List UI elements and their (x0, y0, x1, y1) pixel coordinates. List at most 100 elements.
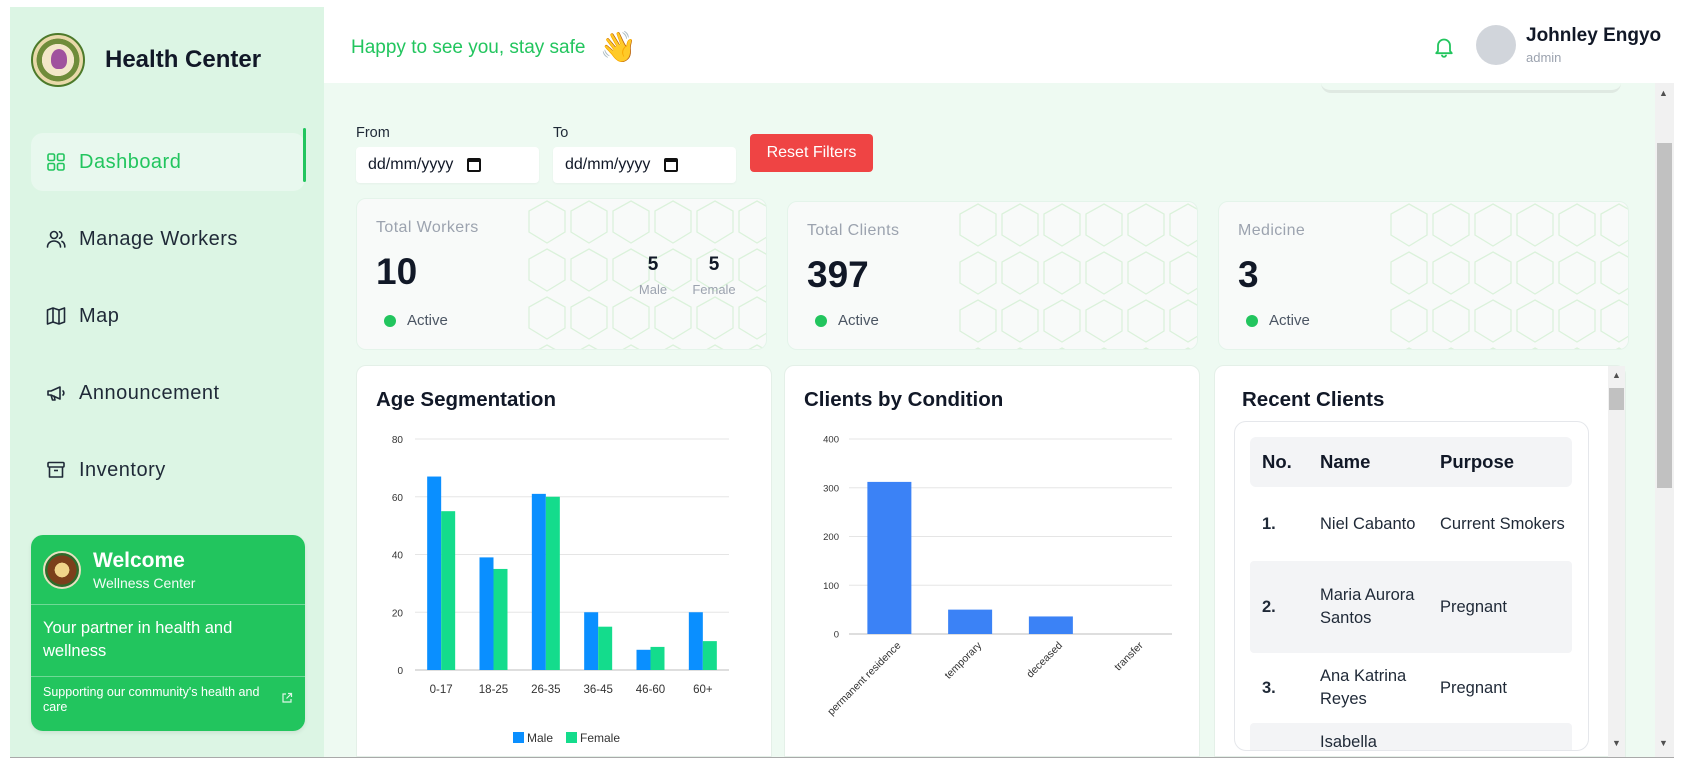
user-role: admin (1526, 50, 1562, 65)
sidebar-item-announcement[interactable]: Announcement (31, 364, 305, 422)
welcome-title: Welcome (93, 548, 185, 572)
x-tick-label: 0-17 (430, 684, 453, 696)
y-tick-label: 40 (392, 551, 404, 562)
y-tick-label: 0 (397, 666, 403, 677)
x-tick-label: transfer (1112, 639, 1146, 673)
recent-clients-box: No. Name Purpose 1. Niel Cabanto Current… (1234, 421, 1589, 751)
stat-value: 397 (807, 254, 869, 295)
bar-female (650, 646, 665, 670)
to-date-input[interactable]: dd/mm/yyyy (553, 147, 736, 183)
user-avatar[interactable] (1476, 25, 1516, 65)
stat-value: 10 (376, 251, 418, 292)
client-name: Ana Katrina Reyes (1320, 667, 1407, 708)
x-tick-label: 60+ (693, 684, 713, 696)
sidebar-item-label: Dashboard (79, 150, 182, 173)
stat-label: Total Clients (807, 222, 900, 239)
sidebar-item-manage-workers[interactable]: Manage Workers (31, 210, 305, 268)
table-row[interactable]: 3. Ana Katrina Reyes Pregnant (1250, 653, 1572, 723)
sidebar-item-label: Announcement (79, 381, 220, 404)
dashboard-main: From dd/mm/yyyy To dd/mm/yyyy Reset Filt… (324, 83, 1655, 757)
panel-title: Recent Clients (1242, 388, 1385, 411)
sidebar: Health Center Dashboard Manage Workers M… (10, 7, 324, 757)
sidebar-item-inventory[interactable]: Inventory (31, 441, 305, 499)
bar-female (441, 511, 456, 670)
legend-label: Male (527, 731, 553, 745)
female-count-value: 5 (708, 254, 720, 275)
sidebar-item-label: Map (79, 304, 120, 327)
sidebar-item-label: Manage Workers (79, 227, 238, 250)
welcome-subtitle: Wellness Center (93, 574, 196, 591)
y-tick-label: 100 (823, 581, 839, 592)
table-row[interactable]: Isabella (1250, 723, 1572, 750)
bar-male (584, 612, 599, 670)
scroll-down-arrow-icon[interactable]: ▼ (1659, 738, 1668, 748)
greeting: Happy to see you, stay safe 👋 (351, 33, 637, 63)
app-root: Health Center Dashboard Manage Workers M… (0, 0, 1690, 767)
sidebar-item-dashboard[interactable]: Dashboard (31, 133, 305, 191)
scroll-thumb[interactable] (1609, 388, 1624, 410)
table-row[interactable]: 2. Maria Aurora Santos Pregnant (1250, 561, 1572, 653)
archive-box-icon (45, 459, 67, 481)
welcome-card: Welcome Wellness Center Your partner in … (31, 535, 305, 731)
x-tick-label: 36-45 (583, 684, 612, 696)
to-date-value: dd/mm/yyyy (565, 156, 651, 173)
recent-clients-table: No. Name Purpose 1. Niel Cabanto Current… (1250, 437, 1572, 750)
bar-male (427, 476, 442, 670)
status-text: Active (1269, 312, 1310, 329)
x-tick-label: permanent residence (825, 640, 903, 718)
client-name: Maria Aurora Santos (1320, 586, 1415, 627)
top-header: Happy to see you, stay safe 👋 Johnley En… (324, 7, 1682, 83)
brand[interactable]: Health Center (31, 33, 261, 87)
recent-clients-panel: Recent Clients No. Name Purpose 1. Niel … (1214, 365, 1626, 757)
scroll-thumb[interactable] (1657, 143, 1672, 488)
active-nav-indicator (303, 128, 306, 182)
calendar-icon[interactable] (467, 158, 482, 172)
user-name[interactable]: Johnley Engyo (1526, 25, 1661, 47)
bar-male (479, 557, 494, 670)
y-tick-label: 400 (823, 435, 839, 446)
calendar-icon[interactable] (664, 158, 679, 172)
hexagon-pattern (957, 202, 1197, 349)
bar-female (598, 626, 613, 670)
notification-bell-icon[interactable] (1431, 34, 1457, 60)
y-tick-label: 300 (823, 483, 839, 494)
active-dot-icon (1246, 314, 1258, 327)
column-header-no: No. (1262, 451, 1292, 472)
sidebar-item-map[interactable]: Map (31, 287, 305, 345)
male-count-value: 5 (647, 254, 659, 275)
status-badge: Active (1246, 312, 1310, 329)
sidebar-nav: Dashboard Manage Workers Map Announcemen… (31, 133, 305, 518)
waving-hand-icon: 👋 (599, 31, 637, 64)
scroll-up-arrow-icon[interactable]: ▲ (1659, 88, 1668, 98)
column-header-name: Name (1320, 451, 1371, 472)
scroll-down-arrow-icon[interactable]: ▼ (1612, 738, 1621, 748)
legend-swatch (513, 732, 524, 743)
from-label: From (356, 125, 390, 141)
recent-clients-scrollbar[interactable]: ▲ ▼ (1608, 366, 1625, 757)
client-name: Niel Cabanto (1320, 514, 1416, 533)
row-number: 1. (1262, 514, 1276, 533)
row-number: 3. (1262, 678, 1276, 697)
dashboard-grid-icon (45, 151, 67, 173)
brand-name: Health Center (105, 46, 262, 73)
male-count-label: Male (638, 282, 668, 297)
scroll-up-arrow-icon[interactable]: ▲ (1612, 370, 1621, 380)
table-row[interactable]: 1. Niel Cabanto Current Smokers (1250, 487, 1572, 561)
y-tick-label: 60 (392, 493, 404, 504)
stat-label: Medicine (1238, 222, 1306, 239)
active-dot-icon (815, 314, 827, 327)
welcome-footer-link[interactable]: Supporting our community's health and ca… (31, 677, 305, 723)
window-bottom-border (10, 757, 1674, 758)
reset-filters-button[interactable]: Reset Filters (750, 134, 873, 172)
bar-male (636, 649, 651, 670)
from-date-input[interactable]: dd/mm/yyyy (356, 147, 539, 183)
x-tick-label: 26-35 (531, 684, 560, 696)
bar-female (702, 641, 717, 670)
y-tick-label: 0 (834, 630, 839, 641)
y-tick-label: 200 (823, 532, 839, 543)
x-tick-label: 18-25 (479, 684, 508, 696)
from-date-value: dd/mm/yyyy (368, 156, 454, 173)
table-header: No. Name Purpose (1250, 437, 1572, 487)
hexagon-pattern (1388, 202, 1628, 349)
page-scrollbar[interactable]: ▲ ▼ (1655, 83, 1674, 757)
